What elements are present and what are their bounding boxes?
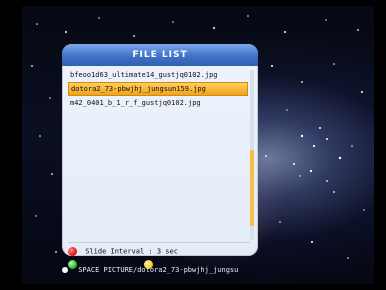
path-bullet-icon xyxy=(62,267,68,273)
list-item[interactable]: bfeoo1d63_ultimate14_gustjq0102.jpg xyxy=(68,68,248,82)
letterbox-bottom xyxy=(0,284,386,290)
divider xyxy=(68,242,250,243)
letterbox-top xyxy=(0,0,386,6)
red-button-icon xyxy=(68,247,77,256)
file-list: bfeoo1d63_ultimate14_gustjq0102.jpg doto… xyxy=(68,68,248,194)
panel-title: FILE LIST xyxy=(62,44,258,66)
scrollbar[interactable] xyxy=(250,70,254,240)
scroll-thumb[interactable] xyxy=(250,150,254,226)
file-list-panel: FILE LIST bfeoo1d63_ultimate14_gustjq010… xyxy=(62,44,258,269)
slide-interval-row[interactable]: Slide Interval : 3 sec xyxy=(68,247,178,256)
slide-interval-label: Slide Interval : 3 sec xyxy=(85,247,178,256)
letterbox-right xyxy=(374,0,386,290)
letterbox-left xyxy=(0,0,22,290)
tv-screen: FILE LIST bfeoo1d63_ultimate14_gustjq010… xyxy=(0,0,386,290)
current-path: SPACE PICTURE/dotora2_73-pbwjhj_jungsu xyxy=(78,266,239,274)
list-item-selected[interactable]: dotora2_73-pbwjhj_jungsun159.jpg xyxy=(68,82,248,96)
list-item[interactable]: m42_0401_b_1_r_f_gustjq0102.jpg xyxy=(68,96,248,110)
footer-path: SPACE PICTURE/dotora2_73-pbwjhj_jungsu xyxy=(62,266,238,274)
